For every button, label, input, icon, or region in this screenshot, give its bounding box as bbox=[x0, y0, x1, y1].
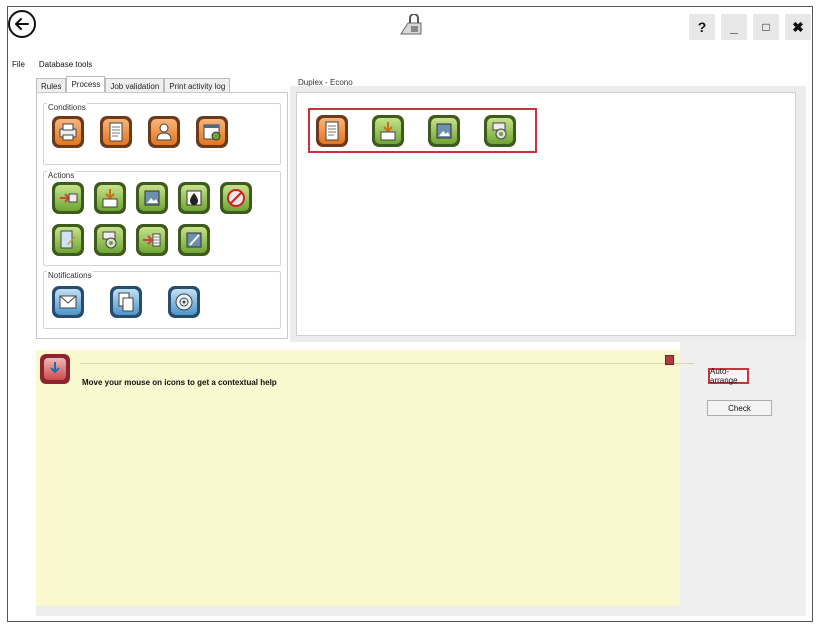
forward-printer-icon[interactable] bbox=[52, 182, 84, 214]
menu-database-tools[interactable]: Database tools bbox=[39, 60, 92, 69]
notifications-label: Notifications bbox=[47, 271, 93, 280]
pdf-download-icon[interactable] bbox=[372, 115, 404, 147]
image-icon[interactable] bbox=[136, 182, 168, 214]
auto-arrange-button[interactable]: Auto-arrange bbox=[708, 367, 749, 385]
printer-icon[interactable] bbox=[52, 116, 84, 148]
copy-document-icon[interactable] bbox=[110, 286, 142, 318]
help-text: Move your mouse on icons to get a contex… bbox=[82, 378, 277, 387]
process-toolbox: Conditions Actions Notifications bbox=[36, 92, 288, 339]
conditions-label: Conditions bbox=[47, 103, 87, 112]
printer-settings-icon[interactable] bbox=[484, 115, 516, 147]
app-logo-icon bbox=[398, 13, 424, 40]
maximize-button[interactable]: □ bbox=[753, 14, 779, 40]
image-icon[interactable] bbox=[428, 115, 460, 147]
user-icon[interactable] bbox=[148, 116, 180, 148]
workflow-selection[interactable] bbox=[308, 108, 537, 153]
panel-toggle-icon[interactable] bbox=[665, 355, 674, 365]
bottom-strip bbox=[36, 606, 680, 616]
printer-settings-icon[interactable] bbox=[94, 224, 126, 256]
check-button[interactable]: Check bbox=[707, 400, 772, 416]
actions-group: Actions bbox=[43, 171, 281, 266]
sound-icon[interactable] bbox=[168, 286, 200, 318]
minimize-button[interactable]: _ bbox=[721, 14, 747, 40]
contextual-help-panel: Move your mouse on icons to get a contex… bbox=[36, 350, 694, 606]
info-icon bbox=[40, 354, 70, 384]
stack-arrow-icon[interactable] bbox=[136, 224, 168, 256]
help-button[interactable]: ? bbox=[689, 14, 715, 40]
help-divider bbox=[80, 363, 694, 364]
workspace-title: Duplex - Econo bbox=[298, 78, 353, 87]
menu-bar: File Database tools bbox=[12, 60, 92, 69]
close-button[interactable]: ✖ bbox=[785, 14, 811, 40]
ink-drop-icon[interactable] bbox=[178, 182, 210, 214]
actions-label: Actions bbox=[47, 171, 76, 180]
menu-file[interactable]: File bbox=[12, 60, 25, 69]
no-print-icon[interactable] bbox=[220, 182, 252, 214]
document-icon[interactable] bbox=[100, 116, 132, 148]
pdf-download-icon[interactable] bbox=[94, 182, 126, 214]
document-icon[interactable] bbox=[316, 115, 348, 147]
conditions-group: Conditions bbox=[43, 103, 281, 165]
back-arrow-icon[interactable] bbox=[8, 10, 36, 38]
calendar-clock-icon[interactable] bbox=[196, 116, 228, 148]
email-icon[interactable] bbox=[52, 286, 84, 318]
notifications-group: Notifications bbox=[43, 271, 281, 329]
tab-process[interactable]: Process bbox=[66, 76, 106, 93]
pen-icon[interactable] bbox=[178, 224, 210, 256]
document-edit-icon[interactable] bbox=[52, 224, 84, 256]
